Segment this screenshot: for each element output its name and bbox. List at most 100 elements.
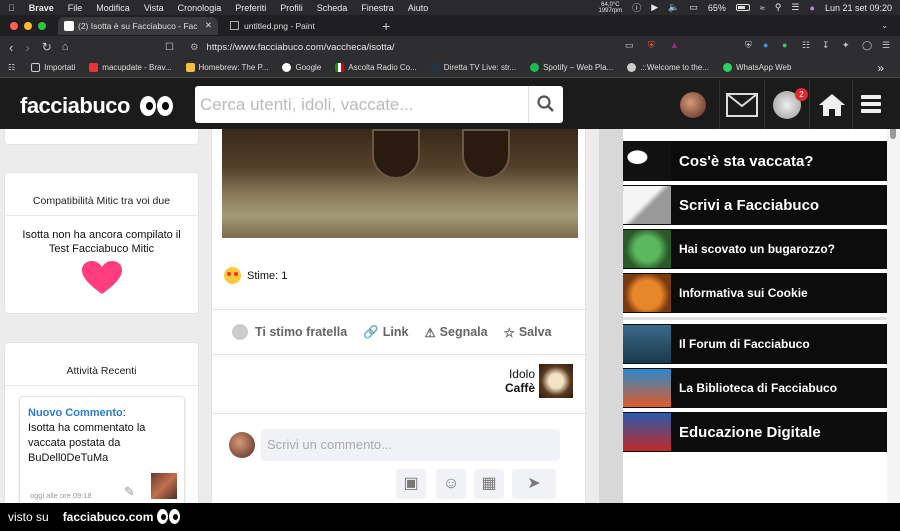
bookmark-radio[interactable]: Ascolta Radio Co... <box>335 63 417 72</box>
new-tab-button[interactable]: + <box>382 18 390 34</box>
tab-paint[interactable]: untitled.png - Paint <box>224 17 374 35</box>
bookmark-label: Importati <box>44 63 76 72</box>
wallet-icon[interactable]: ◯ <box>862 40 872 51</box>
sidebar-link-vaccata[interactable]: Cos'è sta vaccata? <box>623 141 887 181</box>
activity-thumbnail[interactable] <box>151 473 177 499</box>
apps-grid-icon[interactable]: ☷ <box>8 63 15 72</box>
comment-placeholder: Scrivi un commento... <box>267 437 392 452</box>
spotlight-icon[interactable]: ⚲ <box>775 2 782 13</box>
tab-facciabuco[interactable]: (2) Isotta è su Facciabuco - Fac ✕ <box>58 16 218 35</box>
bookmark-google[interactable]: Google <box>282 63 321 72</box>
brave-rewards-icon[interactable]: ▲ <box>670 40 679 50</box>
menu-file[interactable]: File <box>68 3 83 13</box>
paint-favicon-icon <box>230 21 239 30</box>
menu-aiuto[interactable]: Aiuto <box>408 3 429 13</box>
info-icon[interactable]: ⓘ <box>632 1 641 14</box>
video-button[interactable]: ▦ <box>474 469 504 499</box>
menu-cronologia[interactable]: Cronologia <box>178 3 222 13</box>
menu-vista[interactable]: Vista <box>144 3 164 13</box>
sidebar-link-label: Il Forum di Facciabuco <box>679 337 810 351</box>
volume-icon[interactable]: 🔈 <box>668 2 679 13</box>
bookmark-icon[interactable]: ☐ <box>165 42 174 53</box>
back-icon[interactable]: ‹ <box>9 40 13 55</box>
home-icon[interactable]: ⌂ <box>62 41 69 53</box>
reload-icon[interactable]: ↻ <box>42 40 52 54</box>
menu-preferiti[interactable]: Preferiti <box>235 3 266 13</box>
control-center-icon[interactable]: ☰ <box>791 2 799 13</box>
segnala-button[interactable]: ⚠ Segnala <box>424 325 487 340</box>
bookmark-macupdate[interactable]: macupdate - Brav... <box>89 63 172 72</box>
bookmark-whatsapp[interactable]: WhatsApp Web <box>722 63 791 72</box>
chrome-ext-icon[interactable]: ● <box>763 40 768 50</box>
salva-button[interactable]: ☆ Salva <box>504 325 552 340</box>
siri-icon[interactable]: ● <box>810 3 815 13</box>
bookmark-diretta-tv[interactable]: Diretta TV Live: str... <box>430 63 516 72</box>
ai-icon[interactable]: ✦ <box>842 40 850 51</box>
google-icon <box>282 63 292 72</box>
sidebar-link-cookie[interactable]: Informativa sui Cookie <box>623 273 887 313</box>
home-button[interactable] <box>809 80 852 129</box>
zoom-window-button[interactable] <box>38 21 46 30</box>
sidebar-link-scrivi[interactable]: Scrivi a Facciabuco <box>623 185 887 225</box>
shield-ext-icon[interactable]: ⛨ <box>745 40 752 51</box>
sidebar-link-biblioteca[interactable]: La Biblioteca di Facciabuco <box>623 368 887 408</box>
profile-avatar[interactable] <box>672 80 718 129</box>
link-button[interactable]: 🔗 Link <box>363 325 408 340</box>
comment-input[interactable]: Scrivi un commento... <box>261 429 560 461</box>
menu-icon[interactable]: ☰ <box>882 40 890 51</box>
search-button[interactable] <box>528 86 563 123</box>
apple-icon[interactable]:  <box>8 3 15 13</box>
cast-icon[interactable]: ▭ <box>625 40 634 51</box>
more-bookmarks-icon[interactable]: » <box>877 61 884 75</box>
bookmark-spotify[interactable]: Spotify – Web Pla... <box>530 63 613 72</box>
close-tab-icon[interactable]: ✕ <box>205 20 212 31</box>
sidebar-link-bug[interactable]: Hai scovato un bugarozzo? <box>623 229 887 269</box>
photo-button[interactable]: ▣ <box>396 469 426 499</box>
play-icon[interactable]: ▶ <box>651 2 658 13</box>
emoji-button[interactable]: ☺ <box>436 469 466 499</box>
idol-block[interactable]: Idolo Caffè <box>505 364 573 398</box>
minimize-window-button[interactable] <box>24 21 32 30</box>
bookmark-importati[interactable]: Importati <box>31 63 75 72</box>
app-name[interactable]: Brave <box>29 3 54 13</box>
send-button[interactable]: ➤ <box>512 469 556 499</box>
recent-activity-card: Attività Recenti Nuovo Commento: Isotta … <box>4 342 199 503</box>
scrollbar-thumb[interactable] <box>890 129 896 139</box>
brave-shields-icon[interactable]: ⛨ <box>648 40 655 51</box>
vpn-ext-icon[interactable]: ● <box>782 40 787 50</box>
sidebar-link-forum[interactable]: Il Forum di Facciabuco <box>623 324 887 364</box>
watermark-bar: visto su facciabuco.com <box>0 503 900 531</box>
watermark-prefix: visto su <box>8 510 49 524</box>
spotify-icon <box>530 63 540 72</box>
activity-item[interactable]: Nuovo Commento: Isotta ha commentato la … <box>19 396 185 503</box>
tab-list-chevron-icon[interactable]: ⌄ <box>881 21 888 30</box>
messages-button[interactable] <box>719 80 764 129</box>
temperature-readout[interactable]: 64,0°C 1997rpm <box>599 2 623 14</box>
battery-percent[interactable]: 65% <box>708 3 726 13</box>
menu-scheda[interactable]: Scheda <box>317 3 348 13</box>
menu-finestra[interactable]: Finestra <box>361 3 394 13</box>
heart-icon <box>82 261 122 294</box>
stima-button[interactable]: Ti stimo fratella <box>232 324 347 340</box>
search-input[interactable]: Cerca utenti, idoli, vaccate... <box>195 86 563 123</box>
main-menu-button[interactable] <box>852 80 890 129</box>
scrollbar[interactable] <box>887 129 900 503</box>
site-logo[interactable]: facciabuco <box>20 93 174 119</box>
datetime[interactable]: Lun 21 set 09:20 <box>825 3 892 13</box>
bookmark-welcome[interactable]: .::Welcome to the... <box>627 63 709 72</box>
screen-icon[interactable]: ▭ <box>689 2 698 13</box>
wifi-icon[interactable]: ≈ <box>760 3 765 13</box>
close-window-button[interactable] <box>10 21 18 30</box>
sidebar-link-educazione[interactable]: Educazione Digitale <box>623 412 887 452</box>
download-icon[interactable]: ↧ <box>822 40 830 51</box>
menu-modifica[interactable]: Modifica <box>96 3 130 13</box>
menu-profili[interactable]: Profili <box>280 3 303 13</box>
site-settings-icon[interactable]: ⚙ <box>190 42 199 53</box>
puzzle-ext-icon[interactable]: ☷ <box>802 40 810 51</box>
activity-label[interactable]: Nuovo Commento <box>28 407 123 419</box>
forward-icon[interactable]: › <box>25 40 29 55</box>
post-image[interactable] <box>222 129 578 238</box>
url-field[interactable]: ⚙ https://www.facciabuco.com/vaccheca/is… <box>190 39 640 55</box>
bookmark-homebrew[interactable]: Homebrew: The P... <box>185 63 268 72</box>
notifications-button[interactable]: 2 <box>764 80 809 129</box>
